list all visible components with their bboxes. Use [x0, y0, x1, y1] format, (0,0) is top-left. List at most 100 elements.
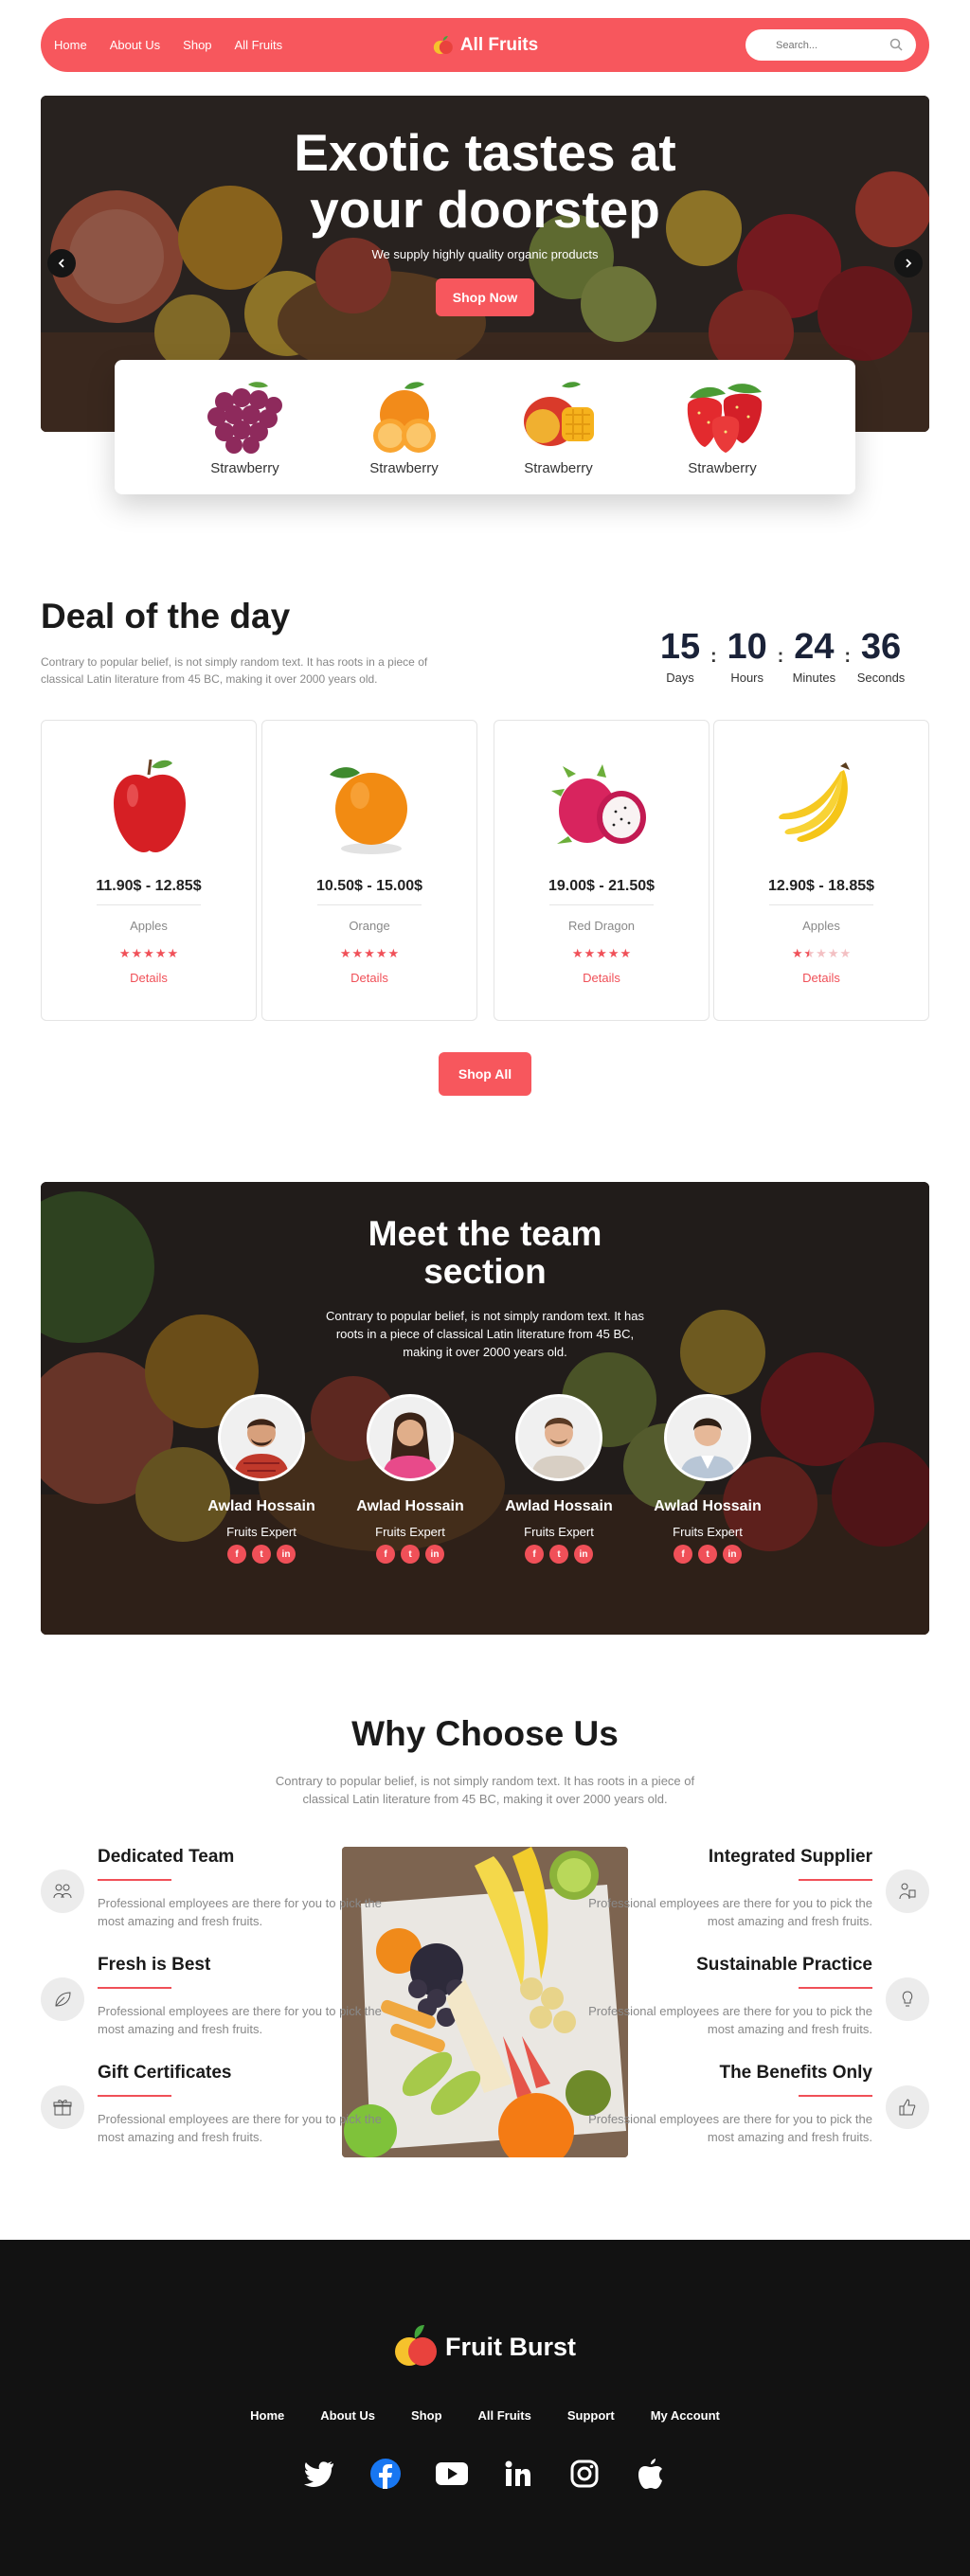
star-icon: ★ [827, 946, 839, 960]
star-icon: ★ [118, 946, 131, 960]
product-name: Red Dragon [567, 919, 636, 933]
countdown-label: Minutes [792, 671, 836, 685]
member-name: Awlad Hossain [356, 1498, 464, 1514]
nav-link-about[interactable]: About Us [110, 38, 160, 52]
why-description: Contrary to popular belief, is not simpl… [275, 1774, 695, 1806]
person-photo [369, 1397, 451, 1478]
team-section: Meet the team section Contrary to popula… [41, 1182, 929, 1635]
shop-all-button[interactable]: Shop All [439, 1052, 531, 1096]
feature-fresh-is-best: Fresh is Best Professional employees are… [98, 1955, 382, 2038]
person-photo [518, 1397, 600, 1478]
footer-link-account[interactable]: My Account [651, 2408, 720, 2423]
nav-link-shop[interactable]: Shop [183, 38, 211, 52]
chevron-left-icon [58, 259, 64, 268]
star-icon: ★ [596, 946, 607, 960]
product-rating: ★ ★ ★ ★ ★ [572, 946, 631, 961]
star-icon: ★ [154, 946, 167, 960]
carousel-prev-button[interactable] [47, 249, 76, 277]
product-price: 19.00$ - 21.50$ [548, 878, 656, 894]
member-role: Fruits Expert [673, 1525, 743, 1539]
footer-link-shop[interactable]: Shop [411, 2408, 442, 2423]
product-rating: ★ ★ ★ ★ ★ [119, 946, 178, 961]
feature-text: Professional employees are there for you… [588, 2112, 872, 2144]
details-link[interactable]: Details [130, 971, 168, 985]
fruit-category-item[interactable]: Strawberry [671, 379, 775, 476]
feature-underline [98, 1879, 171, 1881]
banana-icon [779, 762, 850, 842]
product-card[interactable]: 19.00$ - 21.50$ Red Dragon ★ ★ ★ ★ ★ Details [494, 720, 710, 1021]
star-icon: ★ [387, 946, 400, 960]
navbar: Home About Us Shop All Fruits All Fruits [41, 18, 929, 72]
carousel-next-button[interactable] [894, 249, 923, 277]
gift-icon [41, 2085, 84, 2129]
thumbs-up-icon [886, 2085, 929, 2129]
person-photo [221, 1397, 302, 1478]
fruit-logo-icon [433, 35, 453, 54]
details-link[interactable]: Details [583, 971, 620, 985]
avatar [664, 1394, 751, 1481]
member-socials: f t in [227, 1545, 296, 1564]
search-icon[interactable] [889, 38, 903, 51]
youtube-icon[interactable] [436, 2458, 468, 2490]
twitter-icon[interactable]: t [401, 1545, 420, 1564]
team-member-card: Awlad Hossain Fruits Expert f t in [493, 1394, 625, 1564]
product-image [322, 749, 417, 863]
countdown-minutes: 24 Minutes [787, 627, 840, 685]
details-link[interactable]: Details [350, 971, 388, 985]
shop-now-button[interactable]: Shop Now [436, 278, 534, 316]
product-price: 11.90$ - 12.85$ [96, 878, 202, 894]
twitter-icon[interactable]: t [698, 1545, 717, 1564]
footer-link-home[interactable]: Home [250, 2408, 284, 2423]
product-card[interactable]: 11.90$ - 12.85$ Apples ★ ★ ★ ★ ★ Details [41, 720, 257, 1021]
feature-integrated-supplier: Integrated Supplier Professional employe… [588, 1847, 872, 1930]
star-icon: ★ [620, 946, 632, 960]
twitter-icon[interactable]: t [252, 1545, 271, 1564]
instagram-icon[interactable] [568, 2458, 601, 2490]
twitter-icon[interactable] [303, 2458, 335, 2490]
feature-text: Professional employees are there for you… [588, 2004, 872, 2036]
product-card[interactable]: 10.50$ - 15.00$ Orange ★ ★ ★ ★ ★ Details [261, 720, 477, 1021]
footer-brand[interactable]: Fruit Burst [0, 2323, 970, 2370]
avatar [367, 1394, 454, 1481]
fruit-category-item[interactable]: Strawberry [514, 379, 603, 476]
linkedin-icon[interactable] [502, 2458, 534, 2490]
brand-logo[interactable]: All Fruits [432, 34, 538, 57]
feature-title: Fresh is Best [98, 1955, 211, 1975]
apple-icon [114, 759, 186, 852]
twitter-icon[interactable]: t [549, 1545, 568, 1564]
footer-nav: Home About Us Shop All Fruits Support My… [0, 2408, 970, 2423]
footer-link-all-fruits[interactable]: All Fruits [478, 2408, 531, 2423]
facebook-icon[interactable]: f [525, 1545, 544, 1564]
facebook-icon[interactable]: f [227, 1545, 246, 1564]
apple-icon[interactable] [635, 2458, 667, 2490]
fruit-category-item[interactable]: Strawberry [362, 379, 447, 476]
member-role: Fruits Expert [226, 1525, 296, 1539]
facebook-icon[interactable]: f [674, 1545, 692, 1564]
search-input[interactable] [776, 39, 905, 51]
countdown-separator: : [844, 646, 852, 667]
product-name: Apples [802, 919, 840, 933]
nav-link-home[interactable]: Home [54, 38, 87, 52]
linkedin-icon[interactable]: in [277, 1545, 296, 1564]
footer-brand-name: Fruit Burst [445, 2332, 576, 2361]
star-icon: ★ [167, 946, 179, 960]
linkedin-icon[interactable]: in [425, 1545, 444, 1564]
linkedin-icon[interactable]: in [574, 1545, 593, 1564]
countdown-seconds: 36 Seconds [854, 627, 907, 685]
footer-link-support[interactable]: Support [567, 2408, 615, 2423]
linkedin-icon[interactable]: in [723, 1545, 742, 1564]
details-link[interactable]: Details [802, 971, 840, 985]
star-icon: ★ [131, 946, 143, 960]
fruit-category-item[interactable]: Strawberry [196, 379, 295, 476]
product-card[interactable]: 12.90$ - 18.85$ Apples ★★★★★★ Details [713, 720, 929, 1021]
product-name: Apples [130, 919, 168, 933]
footer-link-about[interactable]: About Us [320, 2408, 375, 2423]
facebook-icon[interactable]: f [376, 1545, 395, 1564]
team-member-card: Awlad Hossain Fruits Expert f t in [195, 1394, 328, 1564]
feature-title: The Benefits Only [719, 2063, 872, 2083]
feature-title: Integrated Supplier [708, 1847, 872, 1867]
nav-link-all-fruits[interactable]: All Fruits [235, 38, 283, 52]
feature-title: Dedicated Team [98, 1847, 235, 1867]
feature-underline [799, 1879, 872, 1881]
facebook-icon[interactable] [369, 2458, 402, 2490]
